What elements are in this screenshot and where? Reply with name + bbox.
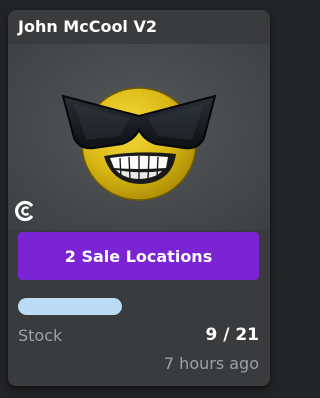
item-card[interactable]: John McCool V2 2 Sale Locations Stock 9 … [8,10,270,386]
creator-logo-icon[interactable] [14,200,36,222]
time-ago: 7 hours ago [163,354,259,373]
cool-face-icon [61,87,217,201]
stock-label: Stock [18,326,63,345]
sale-locations-button[interactable]: 2 Sale Locations [18,232,259,280]
stock-progress-bar [18,298,122,315]
item-thumbnail[interactable] [8,44,270,230]
item-title[interactable]: John McCool V2 [18,17,157,36]
stock-value: 9 / 21 [205,325,259,345]
